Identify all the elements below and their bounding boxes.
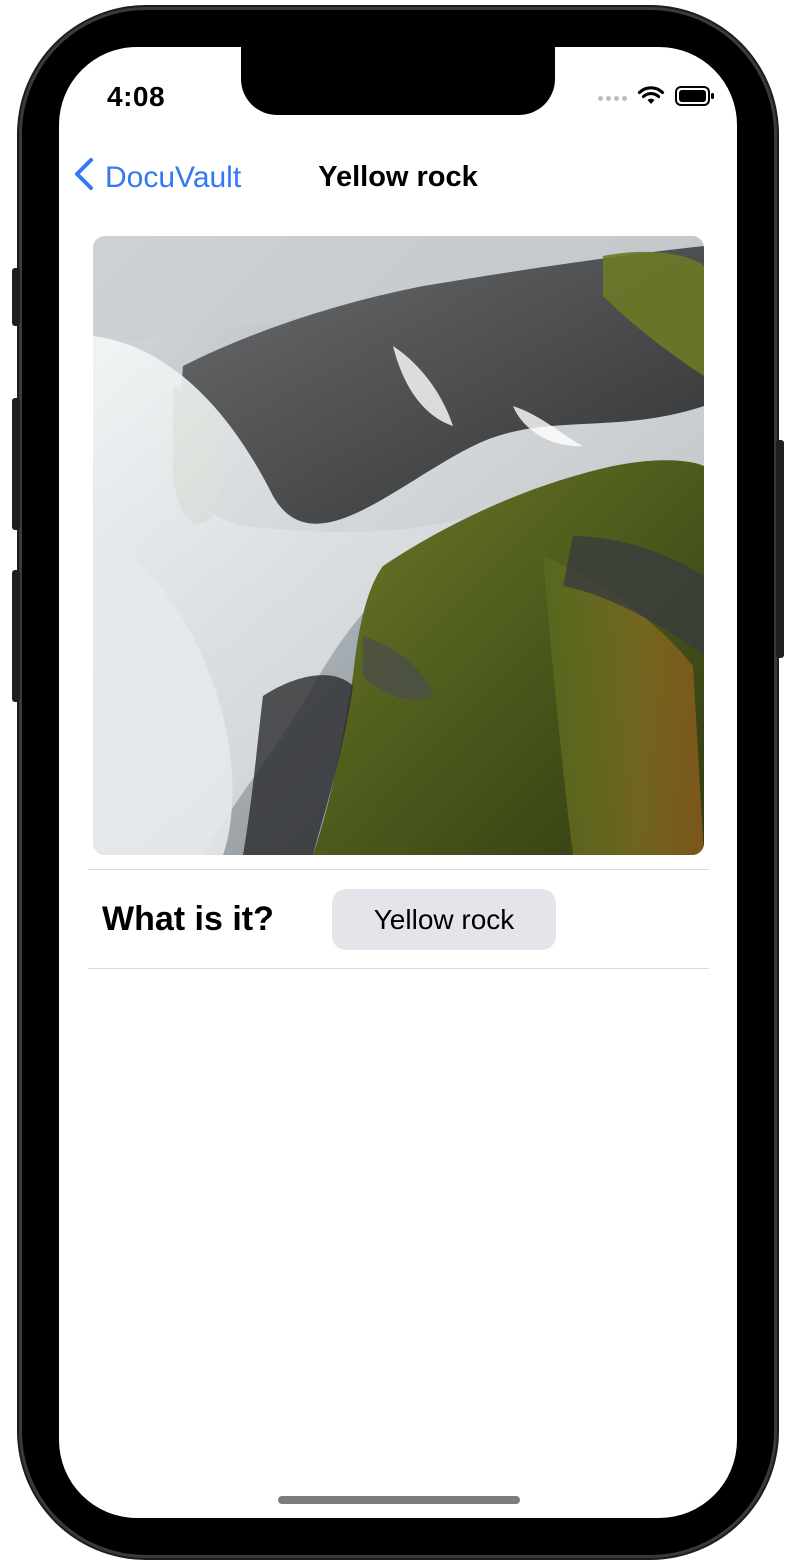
battery-icon: [675, 85, 715, 112]
app-screen: 4:08 DocuVault Yellow rock What is it? Y…: [59, 47, 737, 1518]
item-photo: [93, 236, 704, 855]
chevron-left-icon: [73, 157, 95, 199]
power-button: [776, 440, 784, 658]
waterfall-rock-image: [93, 236, 704, 855]
home-indicator[interactable]: [278, 1496, 520, 1504]
status-indicators: [598, 85, 715, 112]
notch: [241, 47, 555, 115]
back-button-label: DocuVault: [105, 161, 242, 194]
volume-down-button: [12, 570, 20, 702]
divider-top: [88, 869, 709, 870]
mute-switch: [12, 268, 20, 326]
back-button[interactable]: DocuVault: [73, 157, 241, 199]
divider-bottom: [88, 968, 709, 969]
phone-frame: 4:08 DocuVault Yellow rock What is it? Y…: [12, 10, 784, 1555]
cellular-signal-icon: [598, 96, 627, 101]
question-label: What is it?: [102, 900, 274, 938]
status-time: 4:08: [107, 81, 166, 112]
answer-chip[interactable]: Yellow rock: [332, 889, 556, 950]
wifi-icon: [637, 85, 665, 112]
volume-up-button: [12, 398, 20, 530]
